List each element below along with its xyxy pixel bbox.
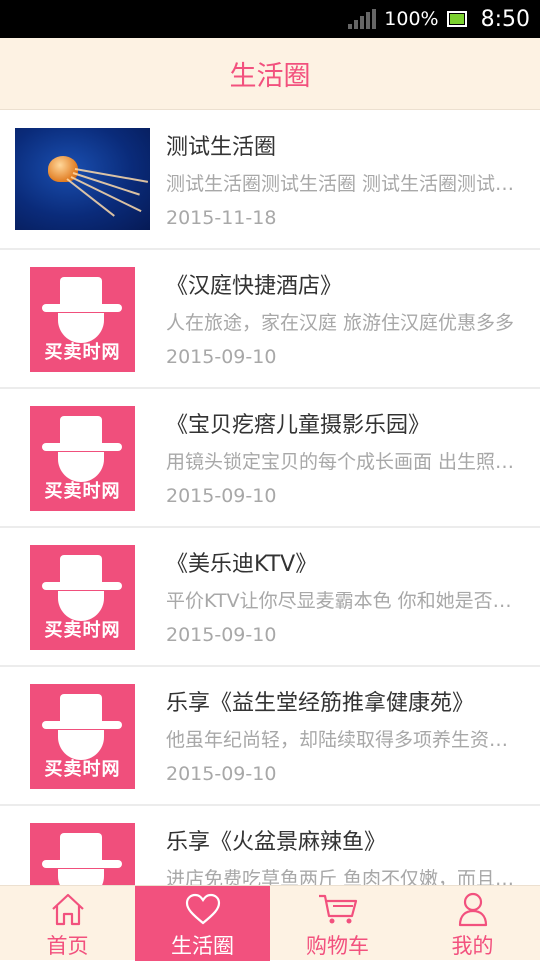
logo-text: 买卖时网 (44, 620, 121, 641)
app-header: 生活圈 (0, 38, 540, 110)
item-date: 2015-11-18 (166, 207, 277, 229)
logo-text: 买卖时网 (44, 759, 121, 780)
item-date: 2015-09-10 (166, 763, 277, 785)
item-description: 用镜头锁定宝贝的每个成长画面 出生照留念 (166, 451, 522, 473)
item-description: 他虽年纪尚轻，却陆续取得多项养生资格证书 (166, 729, 522, 751)
bottom-tab-bar: 首页 生活圈 购物车 我的 (0, 885, 540, 961)
status-clock: 8:50 (480, 6, 530, 32)
jellyfish-photo (15, 128, 150, 230)
item-description: 人在旅途，家在汉庭 旅游住汉庭优惠多多 (166, 312, 515, 334)
store-logo: 买卖时网 (30, 406, 135, 511)
tab-label: 首页 (46, 934, 89, 958)
tab-home[interactable]: 首页 (0, 886, 135, 961)
store-logo: 买卖时网 (30, 267, 135, 372)
list-item[interactable]: 买卖时网 乐享《益生堂经筋推拿健康苑》 他虽年纪尚轻，却陆续取得多项养生资格证书… (0, 667, 540, 806)
tab-label: 生活圈 (171, 934, 234, 958)
item-title: 《宝贝疙瘩儿童摄影乐园》 (166, 413, 431, 438)
item-title: 乐享《益生堂经筋推拿健康苑》 (166, 691, 475, 716)
user-icon (456, 890, 490, 928)
battery-percent: 100% (384, 8, 439, 30)
store-logo: 买卖时网 (30, 684, 135, 789)
list-item[interactable]: 测试生活圈 测试生活圈测试生活圈 测试生活圈测试生活圈 2015-11-18 (0, 111, 540, 250)
tab-mine[interactable]: 我的 (405, 886, 540, 961)
battery-icon (446, 11, 467, 27)
list-item[interactable]: 买卖时网 《美乐迪KTV》 平价KTV让你尽显麦霸本色 你和她是否相约 2015… (0, 528, 540, 667)
item-title: 《汉庭快捷酒店》 (166, 274, 343, 299)
tab-label: 我的 (451, 934, 494, 958)
list-item[interactable]: 买卖时网 《宝贝疙瘩儿童摄影乐园》 用镜头锁定宝贝的每个成长画面 出生照留念 2… (0, 389, 540, 528)
home-icon (49, 890, 87, 928)
cart-icon (316, 890, 360, 928)
item-title: 《美乐迪KTV》 (166, 552, 318, 577)
list-item[interactable]: 买卖时网 《汉庭快捷酒店》 人在旅途，家在汉庭 旅游住汉庭优惠多多 2015-0… (0, 250, 540, 389)
item-date: 2015-09-10 (166, 346, 277, 368)
item-title: 测试生活圈 (166, 135, 277, 160)
list-item[interactable]: 买卖时网 乐享《火盆景麻辣鱼》 进店免费吃草鱼两斤 鱼肉不仅嫩，而且入味 201… (0, 806, 540, 885)
tab-life-circle[interactable]: 生活圈 (135, 886, 270, 961)
heart-icon (184, 890, 222, 928)
item-description: 进店免费吃草鱼两斤 鱼肉不仅嫩，而且入味 (166, 868, 522, 885)
signal-icon (348, 9, 377, 29)
item-description: 平价KTV让你尽显麦霸本色 你和她是否相约 (166, 590, 522, 612)
item-description: 测试生活圈测试生活圈 测试生活圈测试生活圈 (166, 173, 522, 195)
store-logo: 买卖时网 (30, 823, 135, 885)
item-date: 2015-09-10 (166, 624, 277, 646)
store-logo: 买卖时网 (30, 545, 135, 650)
item-date: 2015-09-10 (166, 485, 277, 507)
logo-text: 买卖时网 (44, 342, 121, 363)
life-circle-list[interactable]: 测试生活圈 测试生活圈测试生活圈 测试生活圈测试生活圈 2015-11-18 买… (0, 111, 540, 885)
item-title: 乐享《火盆景麻辣鱼》 (166, 830, 387, 855)
logo-text: 买卖时网 (44, 481, 121, 502)
status-bar: 100% 8:50 (0, 0, 540, 38)
tab-label: 购物车 (306, 934, 369, 958)
page-title: 生活圈 (229, 61, 311, 92)
tab-cart[interactable]: 购物车 (270, 886, 405, 961)
